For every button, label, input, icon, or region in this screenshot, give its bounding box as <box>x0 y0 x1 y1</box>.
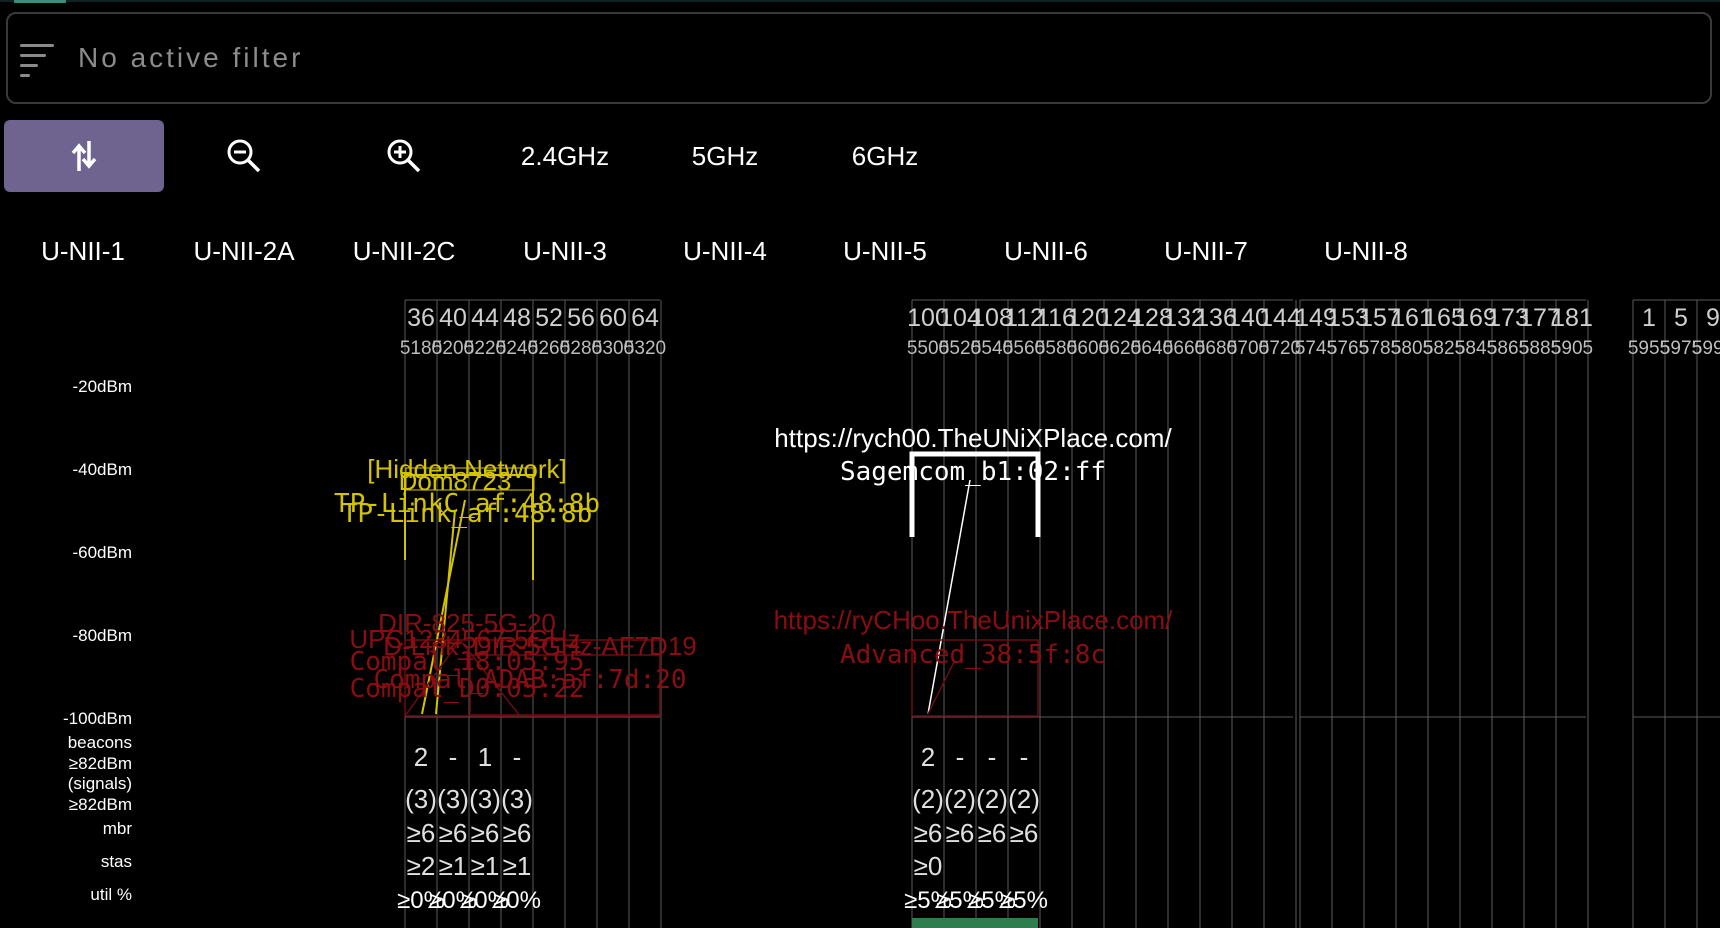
stat-mbr: ≥6 <box>914 818 943 848</box>
stat-beacons: - <box>956 742 965 772</box>
stat-stas: ≥1 <box>471 851 500 881</box>
channel-number: 64 <box>631 304 659 332</box>
stat-signals: (3) <box>501 784 533 814</box>
stat-mbr: ≥6 <box>439 818 468 848</box>
network-label-selected: Sagemcom_b1:02:ff <box>840 457 1106 487</box>
stat-beacons: - <box>1020 742 1029 772</box>
stat-mbr: ≥6 <box>978 818 1007 848</box>
stat-stas: ≥1 <box>503 851 532 881</box>
channel-number: 36 <box>407 304 435 332</box>
stat-mbr: ≥6 <box>503 818 532 848</box>
stat-util: ≥5% <box>1000 887 1048 914</box>
stat-signals: (2) <box>912 784 944 814</box>
channel-number: 44 <box>471 304 499 332</box>
channel-number: 40 <box>439 304 467 332</box>
network-shape-selected <box>909 451 1041 715</box>
channel-number: 56 <box>567 304 595 332</box>
stat-beacons: 2 <box>414 742 428 772</box>
channel-frequency: 5905 <box>1551 338 1593 359</box>
stat-signals: (3) <box>437 784 469 814</box>
channel-number: 52 <box>535 304 563 332</box>
stat-util: ≥0% <box>493 887 541 914</box>
network-label: Advanced_38:5f:8c <box>840 640 1106 670</box>
channel-number: 48 <box>503 304 531 332</box>
stat-beacons: - <box>988 742 997 772</box>
network-label: Compal_D0:05:22 <box>350 674 585 704</box>
spectrum-plot: 3651804052004452204852405252605652806053… <box>334 299 1720 928</box>
stat-stas: ≥2 <box>407 851 436 881</box>
stat-beacons: 2 <box>921 742 935 772</box>
stat-mbr: ≥6 <box>471 818 500 848</box>
stat-mbr: ≥6 <box>407 818 436 848</box>
stat-mbr: ≥6 <box>946 818 975 848</box>
stat-beacons: - <box>513 742 522 772</box>
network-label: TP-Link_af:48:8b <box>342 499 592 529</box>
network-label: https://ryCHoo.TheUnixPlace.com/ <box>774 605 1174 635</box>
channel-frequency: 5320 <box>624 338 666 359</box>
channel-number: 5 <box>1674 304 1688 332</box>
channel-stats: 2-1 -(3) (3) (3) (3)≥6 ≥6 ≥6 ≥6≥2 ≥1 ≥1 ≥1≥0%≥0%≥0… <box>397 742 1048 914</box>
channel-frequency: 5995 <box>1692 338 1720 359</box>
stat-stas: ≥0 <box>914 851 943 881</box>
channel-number: 60 <box>599 304 627 332</box>
network-label-selected: https://rych00.TheUNiXPlace.com/ <box>774 423 1172 453</box>
channel-number: 1 <box>1642 304 1656 332</box>
stat-signals: (3) <box>405 784 437 814</box>
stat-beacons: 1 <box>478 742 492 772</box>
stat-signals: (3) <box>469 784 501 814</box>
channel-number: 9 <box>1706 304 1720 332</box>
stat-beacons: - <box>449 742 458 772</box>
stat-signals: (2) <box>1008 784 1040 814</box>
stat-signals: (2) <box>976 784 1008 814</box>
stat-stas: ≥1 <box>439 851 468 881</box>
util-bar <box>912 918 1038 928</box>
channel-number: 181 <box>1551 304 1593 332</box>
stat-mbr: ≥6 <box>1010 818 1039 848</box>
stat-signals: (2) <box>944 784 976 814</box>
